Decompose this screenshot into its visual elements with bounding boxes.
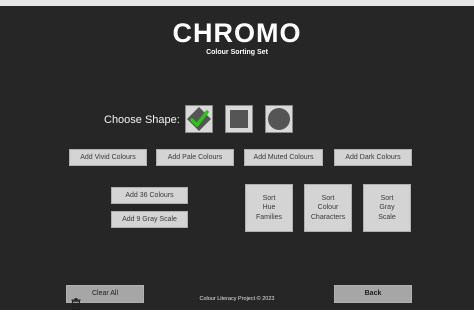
add-vivid-colours-button[interactable]: Add Vivid Colours [69,149,147,166]
shape-option-circle[interactable] [265,105,293,133]
app-panel: CHROMO Colour Sorting Set Choose Shape: … [0,6,474,311]
add-36-colours-button[interactable]: Add 36 Colours [111,187,188,204]
button-label: Add Muted Colours [253,153,314,161]
sort-hue-families-button[interactable]: Sort Hue Families [245,184,293,232]
shape-option-square[interactable] [225,105,253,133]
button-label: Add Dark Colours [345,153,401,161]
choose-shape-label: Choose Shape: [104,114,180,126]
app-subtitle: Colour Sorting Set [206,49,268,56]
button-label: Sort Gray Scale [378,195,396,221]
square-icon [230,110,248,128]
button-label: Add 9 Gray Scale [122,215,177,223]
add-pale-colours-button[interactable]: Add Pale Colours [156,149,234,166]
circle-icon [268,108,290,130]
button-label: Add Vivid Colours [80,153,136,161]
sort-colour-characters-button[interactable]: Sort Colour Characters [304,184,352,232]
button-label: Add 36 Colours [125,191,174,199]
add-muted-colours-button[interactable]: Add Muted Colours [244,149,323,166]
button-label: Add Pale Colours [167,153,223,161]
bottom-window-strip [0,310,474,316]
footer-credit: Colour Literacy Project © 2023 [199,296,275,302]
button-label: Sort Colour Characters [310,195,346,221]
app-title: CHROMO [172,18,302,48]
sort-gray-scale-button[interactable]: Sort Gray Scale [363,184,411,232]
button-label: Sort Hue Families [255,195,283,221]
shape-option-diamond[interactable] [185,105,213,133]
diamond-check-icon [187,107,211,131]
add-dark-colours-button[interactable]: Add Dark Colours [334,149,412,166]
add-9-gray-scale-button[interactable]: Add 9 Gray Scale [111,211,188,228]
